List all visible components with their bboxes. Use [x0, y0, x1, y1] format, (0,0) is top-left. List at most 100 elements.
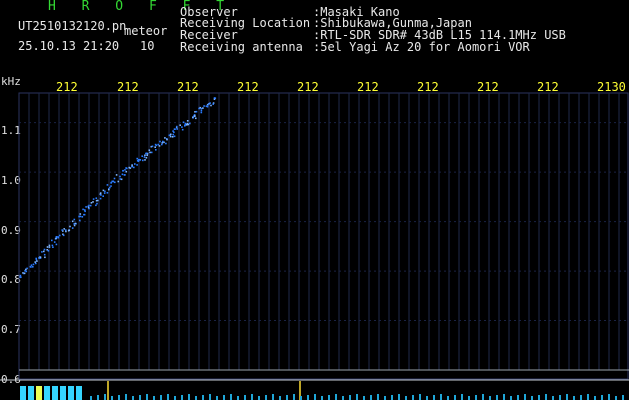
strip-tick: [489, 396, 491, 400]
strip-tick: [601, 395, 603, 400]
streak-point: [106, 184, 109, 186]
strip-tick: [146, 394, 148, 400]
streak-point: [109, 186, 111, 189]
strip-tick: [328, 395, 330, 400]
streak-point: [150, 151, 153, 154]
streak-point: [176, 125, 178, 128]
streak-point: [55, 243, 58, 246]
streak-point: [143, 156, 146, 158]
strip-bar: [36, 386, 42, 400]
streak-point: [82, 208, 84, 211]
streak-point: [73, 218, 76, 221]
strip-tick: [244, 395, 246, 400]
strip-tick: [209, 394, 211, 400]
streak-point: [23, 272, 26, 275]
streak-point: [129, 167, 132, 169]
streak-point: [117, 180, 120, 183]
streak-point: [113, 177, 116, 180]
streak-point: [210, 104, 212, 107]
strip-tick: [286, 395, 288, 400]
streak-point: [141, 155, 143, 157]
strip-tick: [300, 396, 302, 400]
streak-point: [90, 202, 93, 204]
streak-point: [26, 267, 28, 270]
plot-frame: [18, 92, 629, 380]
streak-point: [43, 248, 46, 251]
streak-point: [96, 202, 98, 205]
streak-point: [164, 137, 166, 139]
streak-point: [46, 246, 49, 248]
strip-tick: [517, 395, 519, 400]
streak-point: [172, 130, 174, 132]
streak-point: [48, 246, 51, 248]
strip-tick: [454, 395, 456, 400]
streak-point: [131, 164, 133, 166]
streak-point: [134, 163, 136, 165]
streak-point: [145, 152, 148, 155]
streak-point: [89, 204, 92, 207]
streak-point: [47, 250, 50, 252]
strip-tick: [125, 394, 127, 400]
strip-bar: [28, 386, 34, 400]
strip-tick: [370, 395, 372, 400]
strip-tick: [293, 394, 295, 400]
strip-tick: [622, 395, 624, 400]
streak-point: [200, 109, 203, 112]
streak-point: [55, 236, 58, 238]
strip-tick: [258, 396, 260, 400]
strip-tick: [118, 395, 120, 400]
streak-point: [200, 111, 203, 114]
streak-point: [99, 197, 102, 200]
strip-tick: [426, 396, 428, 400]
streak-point: [146, 154, 148, 157]
streak-point: [73, 224, 76, 227]
strip-tick: [503, 394, 505, 400]
streak-point: [154, 146, 156, 148]
strip-tick: [139, 395, 141, 400]
streak-point: [194, 111, 196, 113]
strip-bar: [60, 386, 66, 400]
streak-point: [126, 167, 128, 170]
strip-tick: [559, 395, 561, 400]
streak-point: [169, 135, 172, 138]
strip-tick: [223, 395, 225, 400]
strip-tick: [90, 396, 92, 400]
strip-tick: [251, 394, 253, 400]
streak-point: [69, 225, 71, 228]
strip-tick: [573, 396, 575, 400]
strip-tick: [384, 396, 386, 400]
streak-point: [55, 237, 57, 240]
strip-tick: [524, 394, 526, 400]
streak-point: [181, 128, 184, 131]
streak-point: [136, 164, 138, 166]
streak-point: [74, 222, 77, 225]
strip-tick: [615, 396, 617, 400]
streak-point: [68, 229, 71, 231]
streak-point: [206, 105, 209, 108]
streak-point: [63, 228, 65, 230]
streak-point: [71, 220, 74, 223]
strip-tick: [510, 396, 512, 400]
streak-point: [203, 105, 205, 107]
streak-point: [124, 169, 126, 171]
streak-point: [148, 149, 151, 151]
spectrogram-plot: [0, 92, 629, 400]
streak-point: [194, 115, 196, 117]
streak-point: [176, 128, 178, 130]
strip-tick: [174, 396, 176, 400]
streak-point: [123, 174, 126, 176]
strip-tick: [216, 396, 218, 400]
strip-tick: [279, 396, 281, 400]
streak-point: [165, 142, 167, 145]
streak-point: [145, 157, 148, 159]
strip-tick: [419, 394, 421, 400]
strip-bar: [76, 386, 82, 400]
strip-tick: [531, 396, 533, 400]
streak-point: [149, 151, 151, 154]
strip-tick: [314, 394, 316, 400]
strip-tick: [188, 394, 190, 400]
streak-point: [214, 97, 217, 99]
streak-point: [103, 192, 106, 194]
strip-tick: [440, 394, 442, 400]
strip-tick: [237, 396, 239, 400]
